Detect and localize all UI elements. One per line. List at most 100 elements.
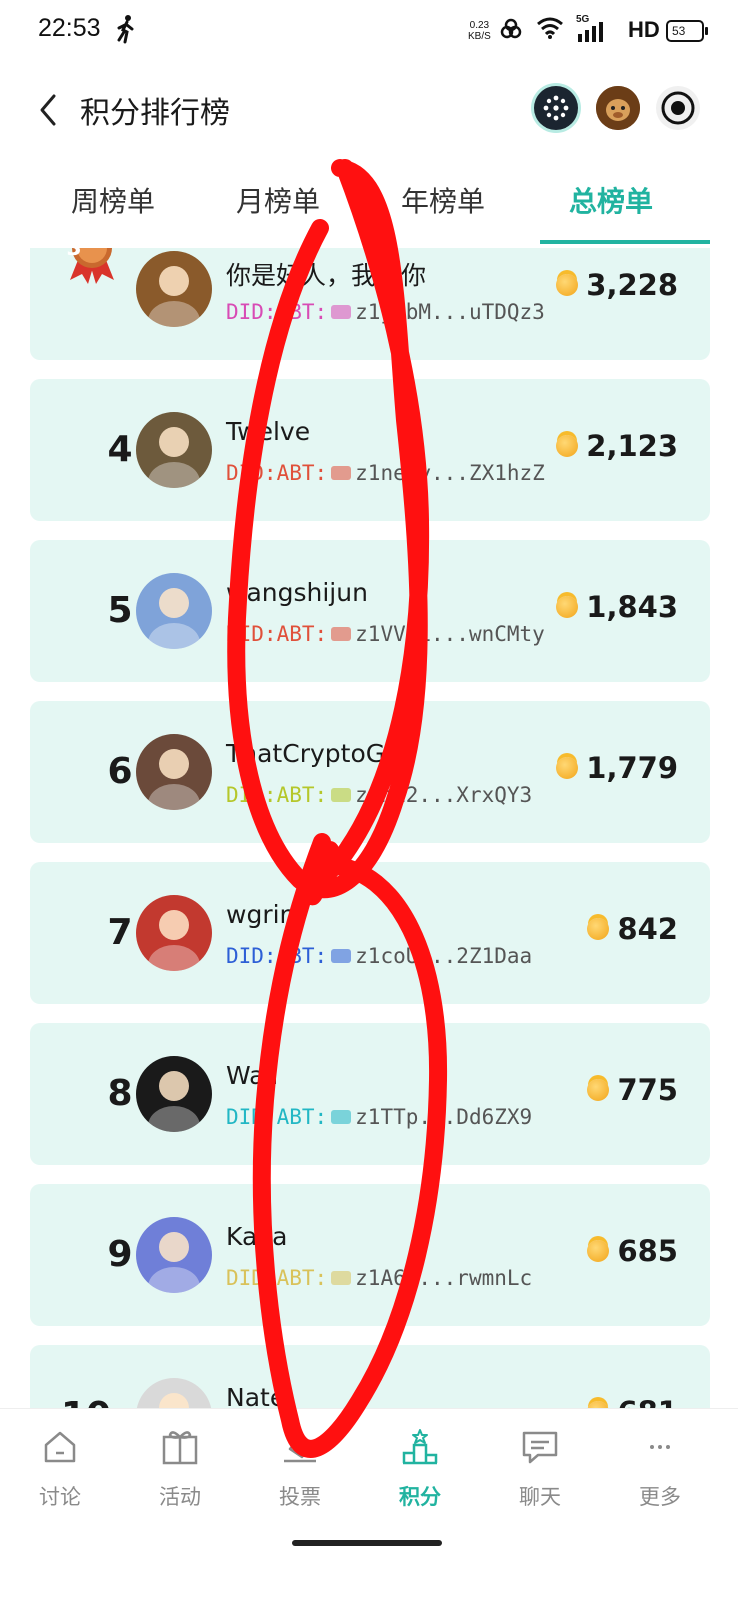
mini-program-close-button[interactable] (656, 86, 700, 130)
target-icon (661, 91, 695, 125)
grid-dots-button[interactable] (534, 86, 578, 130)
user-avatar-button[interactable] (596, 86, 640, 130)
dots-icon (543, 95, 569, 121)
nav-item-points[interactable]: 积分 (360, 1427, 480, 1511)
tab-all-time[interactable]: 总榜单 (526, 170, 696, 220)
app-header: 积分排行榜 (0, 72, 738, 148)
did-address: DID:ABT: z1coU...2Z1Daa (226, 944, 532, 968)
did-prefix: DID:ABT: (226, 300, 328, 324)
did-address: DID:ABT: z1nety...ZX1hzZ (226, 461, 545, 485)
user-avatar[interactable] (136, 1056, 212, 1132)
did-hash: z1coU...2Z1Daa (355, 944, 533, 968)
leaderboard-list[interactable]: 3 你是好人，我跟你 DID:ABT: z1jybM...uTDQz3 3,228 4 Tw… (0, 248, 738, 1438)
score-value: 2,123 (586, 429, 678, 463)
did-hash: z1jybM...uTDQz3 (355, 300, 545, 324)
page-title: 积分排行榜 (80, 96, 230, 131)
score-value: 775 (617, 1073, 678, 1107)
active-tab-indicator (540, 240, 710, 244)
battery-icon: 53 (666, 20, 708, 42)
coin-icon (587, 1240, 610, 1262)
did-address: DID:ABT: z1VV11...wnCMty (226, 622, 545, 646)
user-avatar[interactable] (136, 412, 212, 488)
nav-item-more[interactable]: 更多 (600, 1427, 720, 1511)
walking-icon (117, 15, 134, 44)
score-value: 842 (617, 912, 678, 946)
leaderboard-row[interactable]: 6 ThatCryptoGirl DID:ABT: z1nE2...XrxQY3 1,7… (30, 701, 710, 843)
did-hash: z1VV11...wnCMty (355, 622, 545, 646)
gift-icon (162, 1431, 198, 1465)
coin-icon (587, 918, 610, 940)
user-avatar[interactable] (136, 251, 212, 327)
leaderboard-row[interactable]: 5 wangshijun DID:ABT: z1VV11...wnCMty 1,843 (30, 540, 710, 682)
tab-weekly[interactable]: 周榜单 (28, 170, 198, 220)
user-avatar[interactable] (136, 895, 212, 971)
leaderboard-row[interactable]: 4 Twelve DID:ABT: z1nety...ZX1hzZ 2,123 (30, 379, 710, 521)
points-score: 775 (587, 1073, 678, 1107)
did-identicon (331, 1110, 352, 1124)
score-value: 1,843 (586, 590, 678, 624)
coin-icon (556, 757, 579, 779)
did-prefix: DID:ABT: (226, 783, 328, 807)
nav-item-discussion[interactable]: 讨论 (0, 1427, 120, 1511)
did-hash: z1TTp...Dd6ZX9 (355, 1105, 533, 1129)
leaderboard-row[interactable]: 9 Kaya DID:ABT: z1A6x...rwmnLc 685 (30, 1184, 710, 1326)
user-avatar[interactable] (136, 734, 212, 810)
user-name: Twelve (226, 417, 311, 446)
network-speed: 0.23 KB/S (468, 20, 491, 42)
did-address: DID:ABT: z1nE2...XrxQY3 (226, 783, 532, 807)
user-name: ThatCryptoGirl (226, 739, 410, 768)
score-value: 685 (617, 1234, 678, 1268)
leaderboard-row[interactable]: 3 你是好人，我跟你 DID:ABT: z1jybM...uTDQz3 3,228 (30, 248, 710, 360)
podium-icon (402, 1429, 438, 1465)
status-bar: 22:53 0.23 KB/S 5G HD 53 (0, 0, 738, 62)
home-indicator-bar[interactable] (292, 1540, 442, 1546)
did-hash: z1A6x...rwmnLc (355, 1266, 533, 1290)
points-score: 685 (587, 1234, 678, 1268)
did-prefix: DID:ABT: (226, 944, 328, 968)
rank-number: 3 (66, 248, 82, 261)
leaderboard-row[interactable]: 7 wgrin DID:ABT: z1coU...2Z1Daa 842 (30, 862, 710, 1004)
user-avatar[interactable] (136, 573, 212, 649)
points-score: 842 (587, 912, 678, 946)
coin-icon (556, 435, 579, 457)
tab-yearly[interactable]: 年榜单 (358, 170, 528, 220)
did-address: DID:ABT: z1jybM...uTDQz3 (226, 300, 545, 324)
leaderboard-tabs: 周榜单 月榜单 年榜单 总榜单 (0, 170, 738, 244)
user-name: wangshijun (226, 578, 368, 607)
user-name: wgrin (226, 900, 296, 929)
did-identicon (331, 949, 352, 963)
points-score: 1,779 (556, 751, 678, 785)
more-icon (650, 1445, 670, 1449)
did-prefix: DID:ABT: (226, 1266, 328, 1290)
did-identicon (331, 627, 352, 641)
avatar-image (596, 86, 640, 130)
user-name: 你是好人，我跟你 (226, 261, 427, 290)
wifi-icon (537, 17, 563, 39)
did-prefix: DID:ABT: (226, 461, 328, 485)
did-identicon (331, 466, 352, 480)
score-value: 1,779 (586, 751, 678, 785)
back-arrow-icon[interactable] (34, 90, 64, 130)
nav-item-activity[interactable]: 活动 (120, 1427, 240, 1511)
coin-icon (556, 596, 579, 618)
did-address: DID:ABT: z1TTp...Dd6ZX9 (226, 1105, 532, 1129)
points-score: 1,843 (556, 590, 678, 624)
signal-icon (578, 22, 603, 42)
hd-indicator: HD (628, 17, 660, 42)
did-hash: z1nety...ZX1hzZ (355, 461, 545, 485)
user-avatar[interactable] (136, 1217, 212, 1293)
nav-item-chat[interactable]: 聊天 (480, 1427, 600, 1511)
user-name: Wall (226, 1061, 279, 1090)
nav-item-vote[interactable]: 投票 (240, 1427, 360, 1511)
did-hash: z1nE2...XrxQY3 (355, 783, 533, 807)
did-address: DID:ABT: z1A6x...rwmnLc (226, 1266, 532, 1290)
tab-monthly[interactable]: 月榜单 (193, 170, 363, 220)
leaderboard-row[interactable]: 8 Wall DID:ABT: z1TTp...Dd6ZX9 775 (30, 1023, 710, 1165)
did-identicon (331, 305, 352, 319)
did-identicon (331, 1271, 352, 1285)
vote-icon (284, 1433, 316, 1463)
bottom-navigation: 讨论 活动 投票 积分 聊天 更多 (0, 1408, 738, 1519)
status-time: 22:53 (38, 14, 101, 42)
coin-icon (587, 1079, 610, 1101)
chat-icon (522, 1431, 558, 1464)
